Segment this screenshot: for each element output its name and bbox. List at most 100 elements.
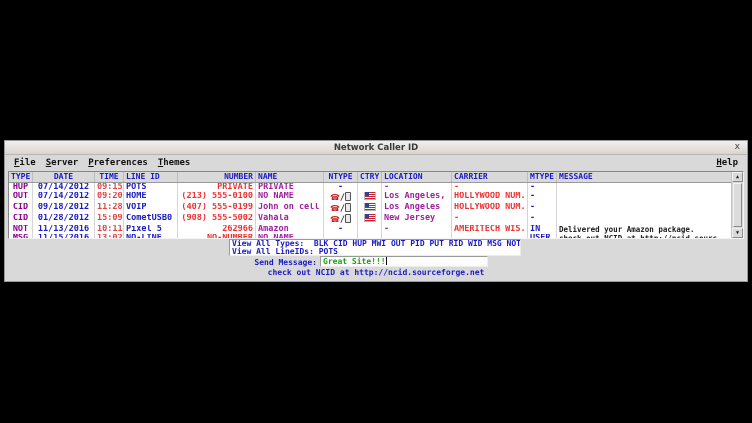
cell-time: 11:28 (95, 203, 124, 214)
cell-number: PRIVATE (178, 183, 256, 192)
telephone-icon: ☎ (330, 204, 340, 213)
cell-mtype: - (528, 192, 557, 203)
cell-mtype: - (528, 183, 557, 192)
menu-file[interactable]: File (9, 158, 41, 168)
cell-name: John on cell (256, 203, 324, 214)
cell-message (557, 183, 731, 192)
cell-ntype: ☎/ (324, 203, 358, 214)
column-header-ctry: CTRY (358, 172, 382, 182)
table-header-row: TYPEDATETIMELINE IDNUMBERNAMENTYPECTRYLO… (9, 172, 731, 183)
cell-mtype: - (528, 214, 557, 225)
cell-lineid: VOIP (124, 203, 178, 214)
table-row[interactable]: HUP07/14/201209:15POTSPRIVATEPRIVATE---- (9, 183, 731, 192)
send-message-input[interactable]: Great Site!!! (320, 256, 488, 267)
scroll-up-icon[interactable]: ▲ (732, 172, 743, 182)
table-body: HUP07/14/201209:15POTSPRIVATEPRIVATE----… (9, 183, 731, 238)
cell-message (557, 192, 731, 203)
cell-ntype: ☎/ (324, 214, 358, 225)
menu-themes[interactable]: Themes (153, 158, 196, 168)
cell-time: 09:20 (95, 192, 124, 203)
cellphone-icon (345, 203, 351, 212)
cell-mtype: USER (528, 234, 557, 238)
cell-date: 07/14/2012 (33, 192, 95, 203)
column-header-message: MESSAGE (557, 172, 731, 182)
cell-location (382, 234, 452, 238)
cellphone-icon (345, 214, 351, 223)
cell-name: PRIVATE (256, 183, 324, 192)
table-row[interactable]: CID01/28/201215:09CometUSB0(908) 555-500… (9, 214, 731, 225)
cell-message (557, 214, 731, 225)
column-header-ntype: NTYPE (324, 172, 358, 182)
column-header-date: DATE (33, 172, 95, 182)
menu-server[interactable]: Server (41, 158, 84, 168)
cell-mtype: IN (528, 225, 557, 234)
cell-location: Los Angeles, CA (382, 192, 452, 203)
cell-lineid: POTS (124, 183, 178, 192)
menu-preferences[interactable]: Preferences (83, 158, 153, 168)
cell-carrier: - (452, 183, 528, 192)
cell-message: check out NCID at http://ncid.sourc... (557, 234, 731, 238)
cell-carrier: - (452, 214, 528, 225)
table-main: TYPEDATETIMELINE IDNUMBERNAMENTYPECTRYLO… (9, 172, 731, 238)
column-header-location: LOCATION (382, 172, 452, 182)
cell-message (557, 203, 731, 214)
scrollbar-thumb[interactable] (733, 183, 742, 227)
cell-name: NO NAME (256, 192, 324, 203)
cell-date: 07/14/2012 (33, 183, 95, 192)
telephone-icon: ☎ (330, 193, 340, 202)
menubar: FileServerPreferencesThemes Help (5, 155, 747, 171)
column-header-lineid: LINE ID (124, 172, 178, 182)
cell-name: Vähälä (256, 214, 324, 225)
cell-type: NOT (9, 225, 33, 234)
scroll-down-icon[interactable]: ▼ (732, 228, 743, 238)
column-header-carrier: CARRIER (452, 172, 528, 182)
us-flag-icon (365, 203, 375, 210)
vertical-scrollbar[interactable]: ▲ ▼ (731, 172, 743, 238)
table-row[interactable]: CID09/18/201211:28VOIP(407) 555-0199John… (9, 203, 731, 214)
cell-ctry (358, 214, 382, 225)
cell-carrier: HOLLYWOOD NUM... (452, 203, 528, 214)
menu-help[interactable]: Help (711, 158, 743, 168)
cell-location: - (382, 225, 452, 234)
cell-ctry (358, 192, 382, 203)
cell-type: OUT (9, 192, 33, 203)
cell-number: NO-NUMBER (178, 234, 256, 238)
cell-ntype: ☎/ (324, 192, 358, 203)
cell-type: HUP (9, 183, 33, 192)
column-header-type: TYPE (9, 172, 33, 182)
us-flag-icon (365, 192, 375, 199)
cell-number: (908) 555-5002 (178, 214, 256, 225)
column-header-number: NUMBER (178, 172, 256, 182)
cell-date: 09/18/2012 (33, 203, 95, 214)
call-log-table: TYPEDATETIMELINE IDNUMBERNAMENTYPECTRYLO… (8, 171, 744, 239)
cell-carrier: AMERITECH WIS... (452, 225, 528, 234)
table-row[interactable]: NOT11/13/201610:11Pixel 5262966Amazon--A… (9, 225, 731, 234)
send-message-label: Send Message: (233, 258, 317, 267)
cell-date: 01/28/2012 (33, 214, 95, 225)
view-all-lineids-line: View All LineIDs: POTS (232, 248, 518, 256)
cell-type: CID (9, 203, 33, 214)
telephone-icon: ☎ (330, 215, 340, 224)
cell-mtype: - (528, 203, 557, 214)
cell-name: NO NAME (256, 234, 324, 238)
cell-ctry (358, 183, 382, 192)
cell-location: Los Angeles (382, 203, 452, 214)
cell-name: Amazon (256, 225, 324, 234)
table-row[interactable]: MSG11/15/201613:02NO-LINENO-NUMBERNO NAM… (9, 234, 731, 238)
cell-message: Delivered your Amazon package. (557, 225, 731, 234)
cell-number: (407) 555-0199 (178, 203, 256, 214)
close-icon[interactable]: x (735, 141, 740, 154)
cell-type: MSG (9, 234, 33, 238)
cellphone-icon (345, 192, 351, 201)
table-row[interactable]: OUT07/14/201209:20HOME(213) 555-0100NO N… (9, 192, 731, 203)
cell-number: (213) 555-0100 (178, 192, 256, 203)
window-title: Network Caller ID (334, 143, 418, 153)
cell-ntype (324, 234, 358, 238)
cell-ctry (358, 225, 382, 234)
cell-carrier (452, 234, 528, 238)
column-header-time: TIME (95, 172, 124, 182)
cell-date: 11/13/2016 (33, 225, 95, 234)
cell-ntype: - (324, 183, 358, 192)
text-cursor (386, 257, 387, 265)
cell-time: 09:15 (95, 183, 124, 192)
